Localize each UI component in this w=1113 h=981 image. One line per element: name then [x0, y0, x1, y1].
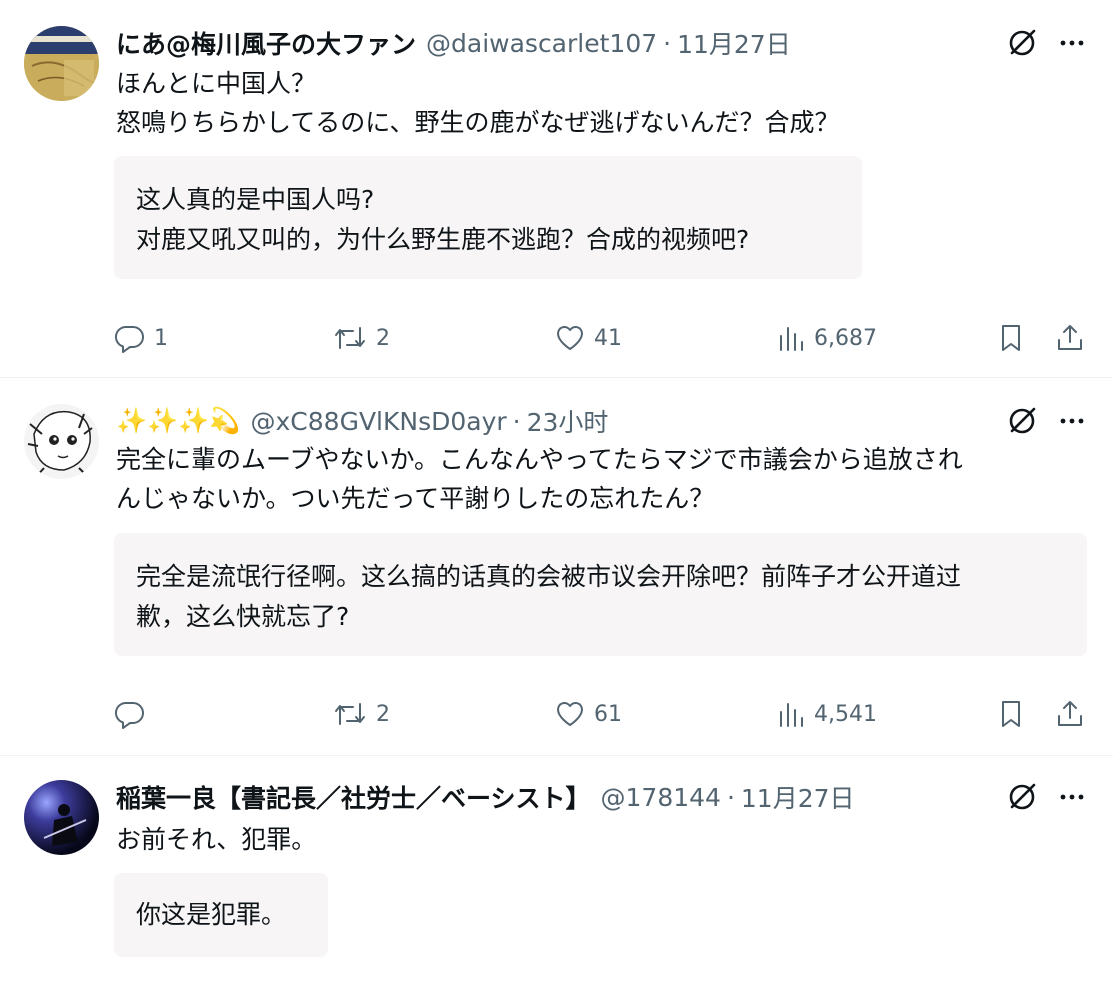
tweet-text-line: 完全に輩のムーブやないか。こんなんやってたらマジで市議会から追放され — [116, 445, 963, 474]
separator: · — [726, 782, 735, 812]
tweet[interactable]: 稲葉一良【書記長／社労士／ベーシスト】 @178144 · 11月27日 お前そ… — [0, 756, 1113, 981]
like-button[interactable]: 61 — [554, 694, 622, 734]
tweet-header-icons — [1005, 404, 1087, 438]
like-count: 41 — [594, 325, 622, 351]
retweet-icon — [332, 698, 368, 730]
avatar[interactable] — [24, 404, 99, 479]
retweet-count: 2 — [376, 701, 390, 727]
handle[interactable]: @xC88GVlKNsD0ayr — [251, 407, 507, 436]
handle[interactable]: @daiwascarlet107 — [426, 29, 657, 58]
share-icon — [1054, 698, 1086, 730]
more-icon[interactable] — [1057, 406, 1087, 436]
reply-button[interactable]: 1 — [114, 318, 168, 358]
views-button[interactable]: 4,541 — [776, 694, 877, 734]
translation-box: 这人真的是中国人吗? 对鹿又吼又叫的，为什么野生鹿不逃跑？合成的视频吧? — [114, 156, 862, 279]
share-button[interactable] — [1054, 694, 1086, 734]
tweet-text: 完全に輩のムーブやないか。こんなんやってたらマジで市議会から追放され んじゃない… — [116, 440, 1073, 518]
tweet-header: にあ@梅川風子の大ファン @daiwascarlet107 · 11月27日 — [116, 26, 791, 60]
retweet-icon — [332, 322, 368, 354]
tweet-text-line: ほんとに中国人？ — [116, 69, 317, 98]
translation-line: 完全是流氓行径啊。这么搞的话真的会被市议会开除吧？前阵子才公开道过 — [136, 562, 962, 591]
retweet-button[interactable]: 2 — [332, 318, 390, 358]
separator: · — [512, 406, 521, 436]
grok-icon[interactable] — [1005, 26, 1039, 60]
translation-line: 对鹿又吼又叫的，为什么野生鹿不逃跑？合成的视频吧? — [136, 225, 750, 254]
translation-line: 歉，这么快就忘了? — [136, 602, 350, 631]
tweet-actions: 1 2 41 6,687 — [114, 318, 1087, 358]
tweet[interactable]: にあ@梅川風子の大ファン @daiwascarlet107 · 11月27日 ほ… — [0, 0, 1113, 378]
display-name[interactable]: 稲葉一良【書記長／社労士／ベーシスト】 — [116, 779, 591, 815]
translation-line: 这人真的是中国人吗? — [136, 185, 375, 214]
reply-icon — [114, 698, 146, 730]
tweet-header-icons — [1005, 780, 1087, 814]
share-button[interactable] — [1054, 318, 1086, 358]
retweet-count: 2 — [376, 325, 390, 351]
more-icon[interactable] — [1057, 28, 1087, 58]
translation-box: 你这是犯罪。 — [114, 873, 328, 957]
bookmark-icon — [995, 698, 1027, 730]
more-icon[interactable] — [1057, 782, 1087, 812]
like-icon — [554, 698, 586, 730]
tweet-header: ✨✨✨💫 @xC88GVlKNsD0ayr · 23小时 — [116, 404, 608, 438]
like-button[interactable]: 41 — [554, 318, 622, 358]
like-icon — [554, 322, 586, 354]
bookmark-icon — [995, 322, 1027, 354]
views-icon — [776, 698, 806, 730]
views-button[interactable]: 6,687 — [776, 318, 877, 358]
view-count: 4,541 — [814, 701, 877, 727]
avatar[interactable] — [24, 26, 99, 101]
translation-line: 你这是犯罪。 — [136, 900, 287, 929]
tweet-header-icons — [1005, 26, 1087, 60]
timestamp[interactable]: 11月27日 — [741, 779, 855, 815]
share-icon — [1054, 322, 1086, 354]
view-count: 6,687 — [814, 325, 877, 351]
translation-box: 完全是流氓行径啊。这么搞的话真的会被市议会开除吧？前阵子才公开道过 歉，这么快就… — [114, 533, 1087, 656]
reply-button[interactable] — [114, 694, 154, 734]
like-count: 61 — [594, 701, 622, 727]
views-icon — [776, 322, 806, 354]
reply-count: 1 — [154, 325, 168, 351]
bookmark-button[interactable] — [995, 694, 1027, 734]
display-name[interactable]: ✨✨✨💫 — [116, 406, 241, 436]
display-name[interactable]: にあ@梅川風子の大ファン — [116, 25, 416, 61]
grok-icon[interactable] — [1005, 404, 1039, 438]
tweet-text-line: お前それ、犯罪。 — [116, 825, 317, 854]
grok-icon[interactable] — [1005, 780, 1039, 814]
bookmark-button[interactable] — [995, 318, 1027, 358]
separator: · — [663, 28, 672, 58]
tweet-text: お前それ、犯罪。 — [116, 820, 1073, 859]
reply-icon — [114, 322, 146, 354]
tweet-text-line: 怒鳴りちらかしてるのに、野生の鹿がなぜ逃げないんだ？合成？ — [116, 108, 840, 137]
timestamp[interactable]: 11月27日 — [677, 25, 791, 61]
tweet-header: 稲葉一良【書記長／社労士／ベーシスト】 @178144 · 11月27日 — [116, 780, 855, 814]
tweet-text: ほんとに中国人？ 怒鳴りちらかしてるのに、野生の鹿がなぜ逃げないんだ？合成？ — [116, 64, 1073, 142]
retweet-button[interactable]: 2 — [332, 694, 390, 734]
timestamp[interactable]: 23小时 — [527, 403, 609, 439]
handle[interactable]: @178144 — [601, 783, 721, 812]
avatar[interactable] — [24, 780, 99, 855]
tweet-text-line: んじゃないか。つい先だって平謝りしたの忘れたん？ — [116, 484, 715, 513]
tweet[interactable]: ✨✨✨💫 @xC88GVlKNsD0ayr · 23小时 完全に輩のムーブやない… — [0, 378, 1113, 756]
tweet-actions: 2 61 4,541 — [114, 694, 1087, 734]
